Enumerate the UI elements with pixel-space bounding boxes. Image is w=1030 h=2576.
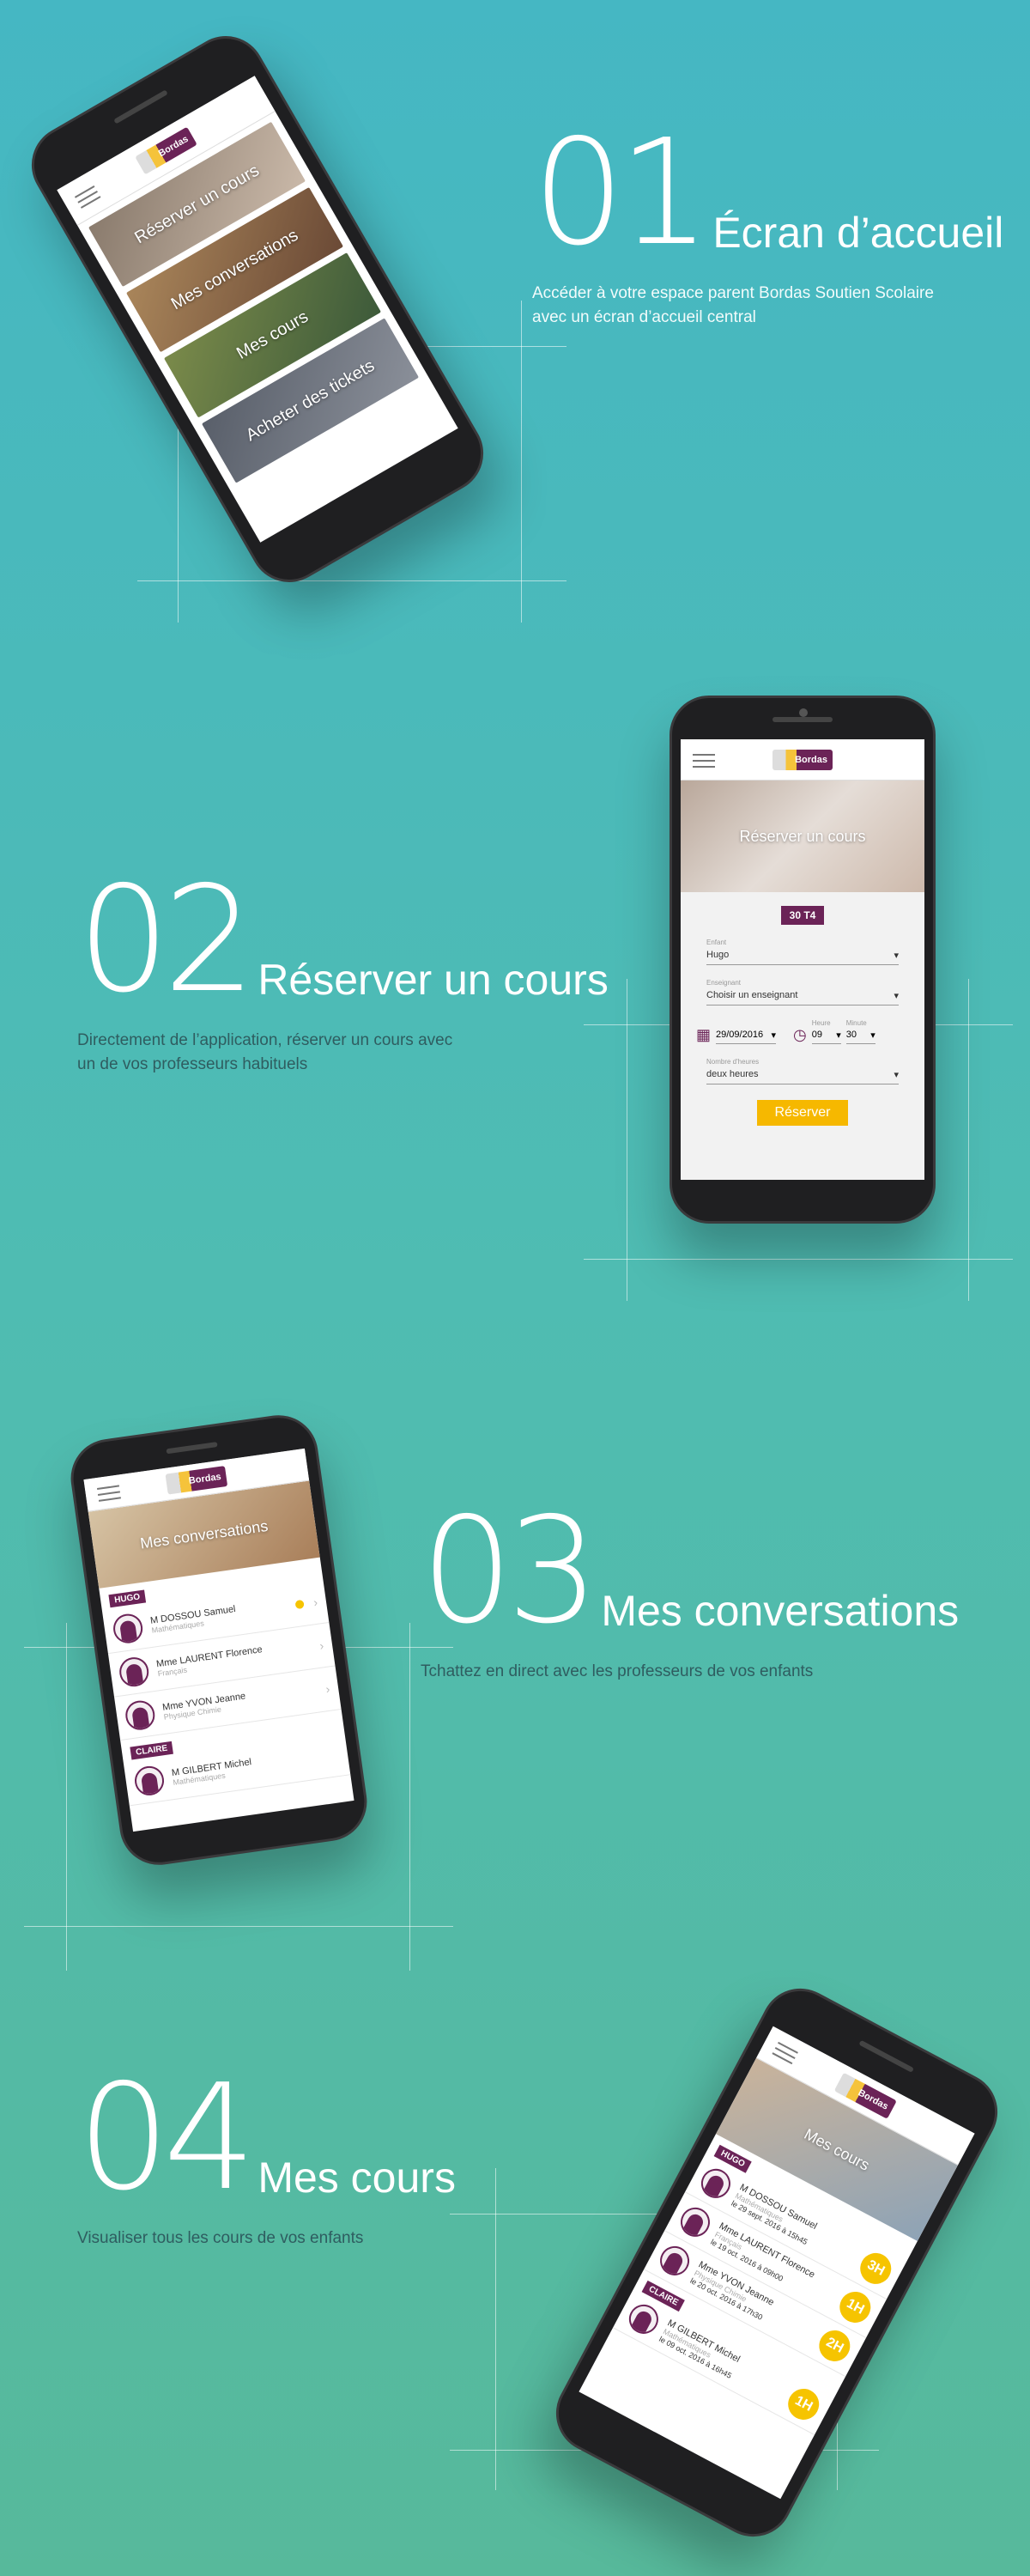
phone-booking: Bordas Réserver un cours 30 T4 Enfant Hu… <box>670 696 936 1224</box>
dropdown-arrow-icon: ▾ <box>836 1030 841 1041</box>
section-title: Réserver un cours <box>258 956 609 1004</box>
guide-line <box>409 1623 410 1971</box>
section-description: Visualiser tous les cours de vos enfants <box>77 2227 592 2251</box>
description-line: Tchattez en direct avec les professeurs … <box>421 1662 814 1680</box>
child-select[interactable]: Enfant Hugo ▾ <box>706 939 899 965</box>
description-line: Directement de l’application, réserver u… <box>77 1031 453 1049</box>
clock-icon: ◷ <box>793 1026 807 1043</box>
date-select[interactable]: 29/09/2016 ▾ <box>716 1027 777 1044</box>
guide-line <box>137 580 566 581</box>
field-label: Heure <box>811 1019 831 1027</box>
field-value: Choisir un enseignant <box>706 990 798 1000</box>
guide-line <box>584 1259 1013 1260</box>
section-title: Écran d’accueil <box>712 209 1004 257</box>
phone-speaker <box>166 1442 218 1455</box>
avatar <box>695 2163 736 2203</box>
avatar <box>132 1764 167 1798</box>
date-value: 29/09/2016 <box>716 1030 764 1040</box>
hour-select[interactable]: Heure 09 ▾ <box>811 1019 841 1044</box>
menu-icon[interactable] <box>96 1485 122 1505</box>
section-title: Mes cours <box>258 2154 456 2202</box>
guide-line <box>968 979 969 1301</box>
booking-hero: Réserver un cours <box>681 781 924 892</box>
section-number: 02 <box>77 855 256 1025</box>
dropdown-arrow-icon: ▾ <box>894 951 899 961</box>
chevron-right-icon: › <box>324 1681 331 1697</box>
guide-line <box>66 1623 67 1971</box>
phone-courses: Bordas Mes cours HUGO M DOSSOU Samuel Mat… <box>542 1974 1012 2551</box>
description-line: un de vos professeurs habituels <box>77 1055 308 1073</box>
section-description: Accéder à votre espace parent Bordas Sou… <box>532 282 1013 330</box>
phone-conversations: Bordas Mes conversations HUGO M DOSSOU S… <box>65 1410 373 1870</box>
field-value: deux heures <box>706 1069 759 1079</box>
app-bar: Bordas <box>681 739 924 781</box>
reserve-button[interactable]: Réserver <box>757 1100 848 1126</box>
chevron-right-icon: › <box>318 1638 325 1653</box>
description-line: avec un écran d’accueil central <box>532 308 756 326</box>
section-number: 04 <box>77 2053 256 2223</box>
avatar <box>655 2240 695 2281</box>
datetime-row: ▦ 29/09/2016 ▾ ◷ Heure 09 ▾ Minute 30 ▾ <box>696 1019 909 1044</box>
home-screen: Bordas Réserver un cours Mes conversatio… <box>57 76 458 543</box>
tile-label: Mes cours <box>233 307 312 363</box>
chevron-right-icon: › <box>312 1595 319 1610</box>
dropdown-arrow-icon: ▾ <box>894 991 899 1001</box>
description-line: Visualiser tous les cours de vos enfants <box>77 2229 364 2247</box>
conversations-screen: Bordas Mes conversations HUGO M DOSSOU S… <box>83 1448 354 1832</box>
guide-line <box>521 301 522 623</box>
menu-icon[interactable] <box>770 2041 798 2069</box>
section-number: 01 <box>532 108 711 278</box>
field-label: Nombre d'heures <box>706 1058 760 1066</box>
guide-line <box>24 1926 453 1927</box>
calendar-icon: ▦ <box>696 1026 712 1043</box>
phone-speaker <box>113 89 168 125</box>
dropdown-arrow-icon: ▾ <box>870 1030 876 1041</box>
phone-camera <box>799 708 808 717</box>
avatar <box>118 1655 151 1689</box>
courses-screen: Bordas Mes cours HUGO M DOSSOU Samuel Mat… <box>579 2026 975 2500</box>
teacher-select[interactable]: Enseignant Choisir un enseignant ▾ <box>706 979 899 1005</box>
bordas-logo: Bordas <box>772 749 833 770</box>
section-02: 02 Réserver un cours Directement de l’app… <box>77 867 627 1077</box>
phone-speaker <box>858 2039 915 2073</box>
section-description: Tchattez en direct avec les professeurs … <box>421 1660 1013 1684</box>
field-label: Minute <box>845 1019 867 1027</box>
credit-badge: 30 T4 <box>780 906 825 925</box>
dropdown-arrow-icon: ▾ <box>771 1030 777 1041</box>
duration-select[interactable]: Nombre d'heures deux heures ▾ <box>706 1058 899 1084</box>
avatar <box>124 1698 157 1732</box>
avatar <box>676 2202 715 2242</box>
menu-icon[interactable] <box>693 754 715 772</box>
field-label: Enfant <box>706 939 727 946</box>
credit-badge-wrap: 30 T4 <box>681 906 924 925</box>
menu-icon[interactable] <box>74 185 103 212</box>
bordas-logo: Bordas <box>165 1465 228 1495</box>
phone-home: Bordas Réserver un cours Mes conversatio… <box>17 21 498 597</box>
phone-speaker <box>772 717 833 722</box>
section-description: Directement de l’application, réserver u… <box>77 1029 627 1077</box>
avatar <box>623 2299 663 2339</box>
description-line: Accéder à votre espace parent Bordas Sou… <box>532 284 934 302</box>
booking-screen: Bordas Réserver un cours 30 T4 Enfant Hu… <box>681 739 924 1180</box>
section-title: Mes conversations <box>601 1587 960 1635</box>
section-number: 03 <box>421 1486 599 1656</box>
section-04: 04 Mes cours Visualiser tous les cours de… <box>77 2065 592 2251</box>
minute-select[interactable]: Minute 30 ▾ <box>845 1019 876 1044</box>
bordas-logo: Bordas <box>134 126 197 174</box>
section-03: 03 Mes conversations Tchattez en direct a… <box>421 1498 1013 1684</box>
avatar <box>111 1612 145 1645</box>
dropdown-arrow-icon: ▾ <box>894 1070 899 1080</box>
field-label: Enseignant <box>706 979 742 987</box>
field-value: Hugo <box>706 950 730 960</box>
minute-value: 30 <box>845 1030 857 1040</box>
section-01: 01 Écran d’accueil Accéder à votre espace… <box>532 120 1013 330</box>
hour-value: 09 <box>811 1030 822 1040</box>
